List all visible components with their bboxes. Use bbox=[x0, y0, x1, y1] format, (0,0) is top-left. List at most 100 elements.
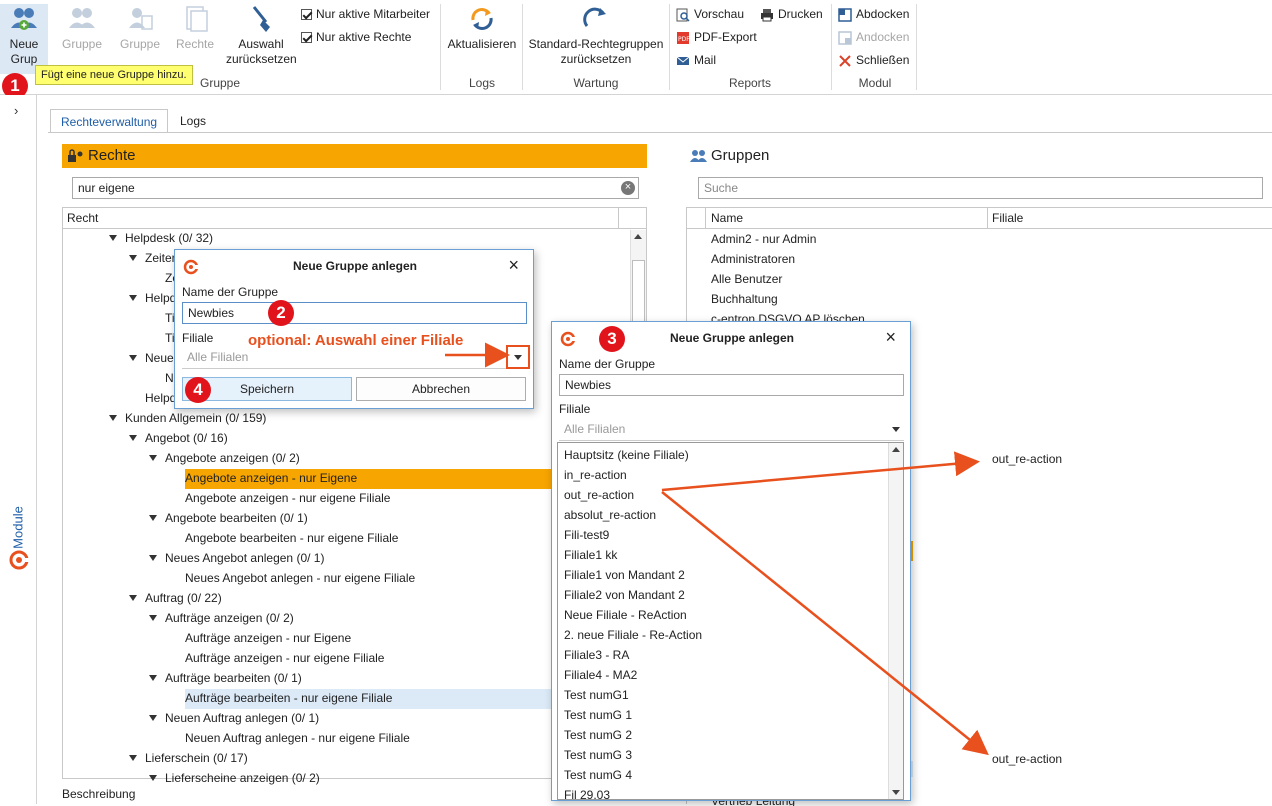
tree-row[interactable]: Helpd bbox=[129, 289, 176, 309]
only-active-rights-checkbox[interactable]: Nur aktive Rechte bbox=[301, 30, 411, 45]
group-name-input[interactable]: Newbies bbox=[559, 374, 904, 396]
chevron-right-icon[interactable]: › bbox=[14, 103, 18, 118]
expand-triangle-icon[interactable] bbox=[149, 615, 157, 621]
expand-triangle-icon[interactable] bbox=[129, 755, 137, 761]
tree-row[interactable]: Neuer bbox=[129, 349, 178, 369]
dock-button[interactable]: Andocken bbox=[838, 30, 909, 45]
expand-triangle-icon[interactable] bbox=[129, 435, 137, 441]
branch-option[interactable]: out_re-action bbox=[564, 485, 634, 505]
branch-option[interactable]: Fili-test9 bbox=[564, 525, 609, 545]
preview-button[interactable]: Vorschau bbox=[676, 7, 744, 22]
expand-triangle-icon[interactable] bbox=[129, 255, 137, 261]
dropdown-scrollbar[interactable] bbox=[888, 443, 903, 799]
expand-triangle-icon[interactable] bbox=[129, 295, 137, 301]
group-row[interactable]: Alle Benutzer bbox=[711, 270, 782, 290]
rights-button[interactable]: Rechte bbox=[170, 4, 220, 52]
scroll-up-icon[interactable] bbox=[892, 447, 900, 452]
tree-row[interactable]: Neues Angebot anlegen - nur eigene Filia… bbox=[185, 569, 415, 589]
copy-group-button[interactable]: Gruppe bbox=[114, 4, 166, 52]
expand-triangle-icon[interactable] bbox=[149, 675, 157, 681]
branch-option[interactable]: absolut_re-action bbox=[564, 505, 656, 525]
expand-triangle-icon[interactable] bbox=[149, 775, 157, 781]
branch-option[interactable]: 2. neue Filiale - Re-Action bbox=[564, 625, 702, 645]
group-row[interactable]: Admin2 - nur Admin bbox=[711, 230, 816, 250]
tab-logs[interactable]: Logs bbox=[170, 109, 216, 133]
groups-search-input[interactable]: Suche bbox=[698, 177, 1263, 199]
print-button[interactable]: Drucken bbox=[760, 7, 823, 22]
expand-triangle-icon[interactable] bbox=[149, 455, 157, 461]
branch-option[interactable]: Test numG 3 bbox=[564, 745, 632, 765]
scroll-up-icon[interactable] bbox=[634, 234, 642, 239]
branch-option[interactable]: Filiale1 kk bbox=[564, 545, 617, 565]
tree-row[interactable]: Angebote anzeigen (0/ 2) bbox=[149, 449, 300, 469]
tree-row[interactable]: Helpd bbox=[145, 389, 176, 409]
tree-row[interactable]: Lieferscheine anzeigen (0/ 2) bbox=[149, 769, 320, 789]
tree-row-label: Angebote bearbeiten (0/ 1) bbox=[165, 511, 308, 525]
tree-row[interactable]: Neuen Auftrag anlegen - nur eigene Filia… bbox=[185, 729, 410, 749]
clear-search-icon[interactable]: × bbox=[621, 181, 635, 195]
branch-dropdown-button[interactable] bbox=[506, 345, 530, 369]
tree-row[interactable]: N bbox=[165, 369, 174, 389]
tree-row[interactable]: Neuen Auftrag anlegen (0/ 1) bbox=[149, 709, 319, 729]
tree-row[interactable]: Kunden Allgemein (0/ 159) bbox=[109, 409, 266, 429]
selection-reset-button[interactable]: Auswahl zurücksetzen bbox=[226, 4, 297, 67]
close-icon[interactable]: × bbox=[885, 327, 896, 348]
cancel-button[interactable]: Abbrechen bbox=[356, 377, 526, 401]
tree-row[interactable]: Auftrag (0/ 22) bbox=[129, 589, 222, 609]
tree-row[interactable]: Neues Angebot anlegen (0/ 1) bbox=[149, 549, 324, 569]
tree-row[interactable]: Angebote bearbeiten - nur eigene Filiale bbox=[185, 529, 398, 549]
groups-col-name[interactable]: Name bbox=[711, 211, 743, 225]
module-tab[interactable]: Module bbox=[8, 490, 30, 580]
close-module-button[interactable]: Schließen bbox=[838, 53, 909, 68]
only-active-employees-checkbox[interactable]: Nur aktive Mitarbeiter bbox=[301, 7, 430, 22]
tree-row[interactable]: Angebote anzeigen - nur eigene Filiale bbox=[185, 489, 390, 509]
tree-row[interactable]: Lieferschein (0/ 17) bbox=[129, 749, 248, 769]
branch-select[interactable]: Alle Filialen bbox=[559, 419, 904, 441]
branch-option[interactable]: Test numG 4 bbox=[564, 765, 632, 785]
pdf-export-button[interactable]: PDF PDF-Export bbox=[676, 30, 757, 45]
expand-triangle-icon[interactable] bbox=[149, 515, 157, 521]
expand-triangle-icon[interactable] bbox=[129, 355, 137, 361]
tab-rights-management[interactable]: Rechteverwaltung bbox=[50, 109, 169, 133]
standard-rights-reset-button[interactable]: Standard-Rechtegruppen zurücksetzen bbox=[526, 4, 666, 67]
branch-option[interactable]: Filiale4 - MA2 bbox=[564, 665, 637, 685]
new-group-button[interactable]: Neue Grup bbox=[0, 4, 48, 74]
branch-select[interactable]: Alle Filialen bbox=[182, 347, 527, 369]
group-row[interactable]: Buchhaltung bbox=[711, 290, 778, 310]
tree-row[interactable]: Angebote bearbeiten (0/ 1) bbox=[149, 509, 308, 529]
branch-option[interactable]: in_re-action bbox=[564, 465, 627, 485]
rights-search-input[interactable]: nur eigene × bbox=[72, 177, 639, 199]
expand-triangle-icon[interactable] bbox=[149, 555, 157, 561]
branch-option[interactable]: Fil 29.03 bbox=[564, 785, 610, 799]
group-row[interactable]: Administratoren bbox=[711, 250, 795, 270]
tree-row[interactable]: Aufträge anzeigen (0/ 2) bbox=[149, 609, 294, 629]
tree-row[interactable]: Aufträge anzeigen - nur eigene Filiale bbox=[185, 649, 384, 669]
branch-option[interactable]: Neue Filiale - ReAction bbox=[564, 605, 687, 625]
chevron-down-icon[interactable] bbox=[892, 427, 900, 432]
expand-triangle-icon[interactable] bbox=[129, 595, 137, 601]
tree-row[interactable]: Zeiten bbox=[129, 249, 178, 269]
branch-option[interactable]: Test numG1 bbox=[564, 685, 629, 705]
branch-option[interactable]: Test numG 1 bbox=[564, 705, 632, 725]
tree-row[interactable]: Helpdesk (0/ 32) bbox=[109, 229, 213, 249]
close-icon[interactable]: × bbox=[508, 255, 519, 276]
tree-row[interactable]: Aufträge bearbeiten (0/ 1) bbox=[149, 669, 302, 689]
scroll-down-icon[interactable] bbox=[892, 790, 900, 795]
tree-row[interactable]: Aufträge anzeigen - nur Eigene bbox=[185, 629, 351, 649]
group-name-input[interactable]: Newbies bbox=[182, 302, 527, 324]
groups-col-branch[interactable]: Filiale bbox=[992, 211, 1023, 225]
new-group-label: Neue Grup bbox=[9, 37, 39, 66]
expand-triangle-icon[interactable] bbox=[149, 715, 157, 721]
branch-option[interactable]: Filiale1 von Mandant 2 bbox=[564, 565, 685, 585]
branch-option[interactable]: Filiale2 von Mandant 2 bbox=[564, 585, 685, 605]
expand-triangle-icon[interactable] bbox=[109, 235, 117, 241]
refresh-button[interactable]: Aktualisieren bbox=[446, 4, 518, 52]
tree-row[interactable]: Angebot (0/ 16) bbox=[129, 429, 228, 449]
expand-triangle-icon[interactable] bbox=[109, 415, 117, 421]
branch-option[interactable]: Hauptsitz (keine Filiale) bbox=[564, 445, 689, 465]
edit-group-button[interactable]: Gruppe bbox=[56, 4, 108, 52]
mail-button[interactable]: Mail bbox=[676, 53, 716, 68]
branch-option[interactable]: Test numG 2 bbox=[564, 725, 632, 745]
undock-button[interactable]: Abdocken bbox=[838, 7, 909, 22]
branch-option[interactable]: Filiale3 - RA bbox=[564, 645, 629, 665]
